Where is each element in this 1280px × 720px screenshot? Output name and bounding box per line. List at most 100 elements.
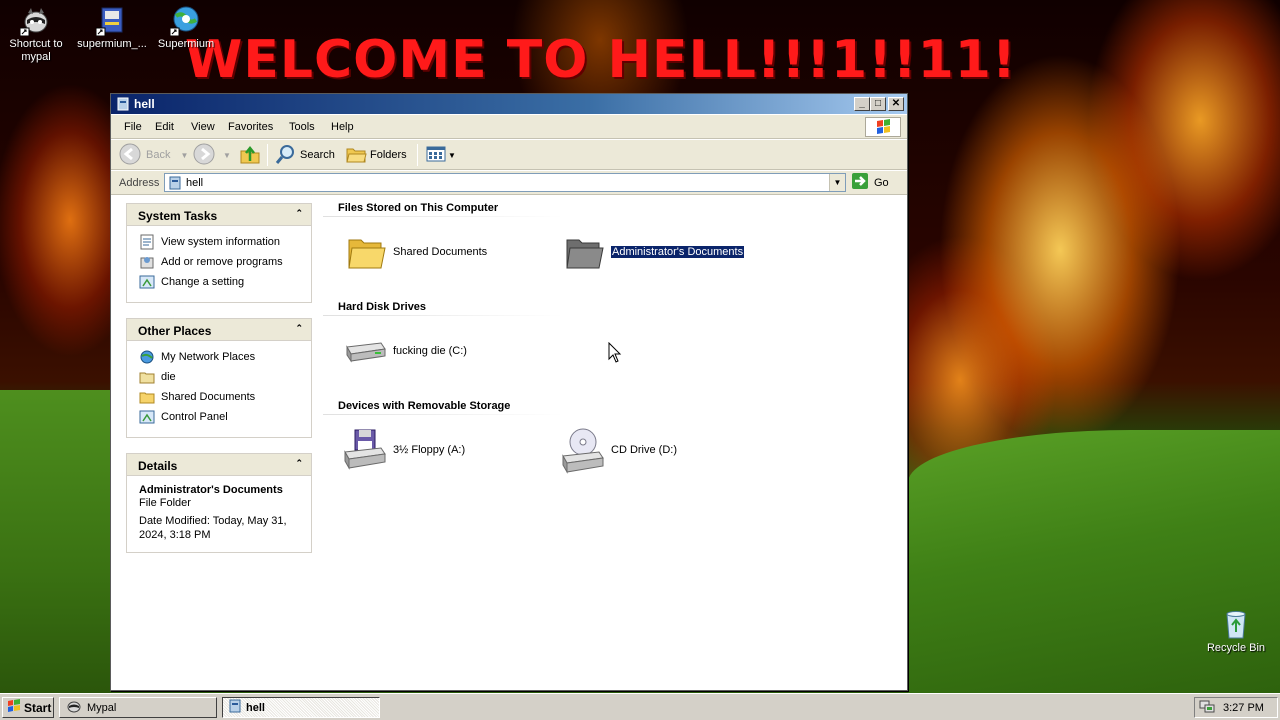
welcome-banner: WELCOME TO HELL!!!1!!11!: [185, 30, 1017, 90]
group-title-files: Files Stored on This Computer: [338, 202, 499, 214]
system-tasks-panel: System Tasks ⌃ View system information A…: [126, 203, 312, 303]
item-label: CD Drive (D:): [611, 444, 677, 456]
menu-favorites[interactable]: Favorites: [228, 121, 273, 133]
details-name: Administrator's Documents: [139, 484, 283, 496]
address-dropdown-icon[interactable]: ▼: [829, 174, 845, 191]
place-shared-documents[interactable]: Shared Documents: [139, 387, 311, 407]
collapse-chevron-icon[interactable]: ⌃: [295, 323, 303, 334]
task-add-remove-programs[interactable]: Add or remove programs: [139, 252, 311, 272]
system-tray: 3:27 PM: [1194, 697, 1278, 718]
minimize-button[interactable]: _: [854, 97, 870, 111]
back-button[interactable]: Back ▼: [119, 143, 188, 166]
item-floppy-a[interactable]: 3½ Floppy (A:): [341, 426, 465, 474]
place-label: Control Panel: [161, 411, 228, 423]
title-bar[interactable]: hell _ □ ✕: [111, 94, 907, 114]
task-pane: System Tasks ⌃ View system information A…: [111, 196, 323, 690]
desktop-icon-label: mypal: [21, 51, 51, 63]
network-tray-icon[interactable]: [1199, 698, 1215, 717]
desktop-icon-mypal-shortcut[interactable]: Shortcut to mypal: [0, 4, 72, 64]
group-divider: [323, 315, 563, 316]
taskbar-item-hell[interactable]: hell: [222, 697, 380, 718]
item-shared-documents[interactable]: Shared Documents: [341, 228, 487, 276]
details-modified-cont: 2024, 3:18 PM: [139, 529, 211, 541]
collapse-chevron-icon[interactable]: ⌃: [295, 208, 303, 219]
go-arrow-icon: [851, 172, 869, 193]
task-label: View system information: [161, 236, 281, 248]
folders-label: Folders: [370, 149, 407, 161]
clock[interactable]: 3:27 PM: [1223, 702, 1264, 714]
go-label: Go: [874, 176, 889, 189]
desktop-icon-label: supermium_...: [77, 38, 147, 50]
menu-bar: File Edit View Favorites Tools Help: [111, 115, 907, 139]
details-type: File Folder: [139, 497, 191, 509]
item-drive-c[interactable]: fucking die (C:): [341, 327, 467, 375]
go-button[interactable]: Go: [851, 173, 889, 192]
toolbar: Back ▼ ▼ Search Folders ▼: [111, 140, 907, 170]
desktop-icon-recycle-bin[interactable]: Recycle Bin: [1200, 608, 1272, 655]
menu-help[interactable]: Help: [331, 121, 354, 133]
address-input[interactable]: hell ▼: [164, 173, 846, 192]
views-icon: [425, 143, 447, 168]
address-bar: Address hell ▼ Go: [111, 171, 907, 195]
collapse-chevron-icon[interactable]: ⌃: [295, 458, 303, 469]
desktop-icon-supermium[interactable]: Supermium: [150, 4, 222, 51]
system-info-icon: [139, 234, 155, 250]
forward-button[interactable]: ▼: [193, 143, 231, 168]
task-label: Add or remove programs: [161, 256, 283, 268]
views-button[interactable]: ▼: [425, 144, 456, 166]
item-label: Shared Documents: [393, 246, 488, 258]
window-title: hell: [134, 97, 155, 111]
browser-globe-icon: [169, 4, 202, 37]
control-panel-icon: [139, 409, 155, 425]
computer-icon: [169, 176, 181, 190]
wallpaper-grass-left: [0, 390, 112, 693]
task-view-system-info[interactable]: View system information: [139, 232, 311, 252]
up-folder-button[interactable]: [239, 144, 261, 166]
up-folder-icon: [239, 143, 261, 168]
start-button[interactable]: Start: [2, 697, 54, 718]
task-label: hell: [246, 701, 265, 714]
details-header[interactable]: Details ⌃: [127, 454, 311, 476]
panel-title: System Tasks: [138, 209, 218, 223]
desktop-icon-supermium-installer[interactable]: supermium_...: [76, 4, 148, 51]
item-administrators-documents[interactable]: Administrator's Documents: [559, 228, 746, 276]
menu-tools[interactable]: Tools: [289, 121, 315, 133]
task-change-setting[interactable]: Change a setting: [139, 272, 311, 292]
back-dropdown-icon[interactable]: ▼: [180, 151, 188, 160]
search-icon: [275, 143, 297, 168]
search-button[interactable]: Search: [275, 144, 335, 166]
desktop-icon-label: Shortcut to: [9, 38, 63, 50]
add-remove-programs-icon: [139, 254, 155, 270]
network-places-icon: [139, 349, 155, 365]
views-dropdown-icon: ▼: [448, 150, 456, 160]
panel-title: Details: [138, 459, 178, 473]
toolbar-separator: [417, 144, 418, 166]
system-tasks-header[interactable]: System Tasks ⌃: [127, 204, 311, 226]
taskbar-item-mypal[interactable]: Mypal: [59, 697, 217, 718]
folder-icon: [341, 228, 389, 276]
forward-arrow-icon: [193, 143, 215, 168]
menu-view[interactable]: View: [191, 121, 215, 133]
item-label-selected: Administrator's Documents: [609, 245, 746, 259]
folders-icon: [345, 143, 367, 168]
place-die[interactable]: die: [139, 367, 311, 387]
folders-button[interactable]: Folders: [345, 144, 407, 166]
place-control-panel[interactable]: Control Panel: [139, 407, 311, 427]
maximize-button[interactable]: □: [870, 97, 886, 111]
desktop-icon-label: Recycle Bin: [1206, 642, 1266, 654]
forward-dropdown-icon[interactable]: ▼: [223, 151, 231, 160]
windows-logo-icon: [865, 117, 901, 137]
place-my-network-places[interactable]: My Network Places: [139, 347, 311, 367]
raccoon-icon: [19, 4, 52, 37]
task-label: Mypal: [87, 701, 117, 714]
other-places-panel: Other Places ⌃ My Network Places die Sha…: [126, 318, 312, 438]
other-places-header[interactable]: Other Places ⌃: [127, 319, 311, 341]
group-divider: [323, 414, 563, 415]
item-cd-drive-d[interactable]: CD Drive (D:): [559, 426, 677, 474]
menu-file[interactable]: File: [124, 121, 142, 133]
close-button[interactable]: ✕: [888, 97, 904, 111]
start-label: Start: [24, 700, 52, 715]
explorer-window: hell _ □ ✕ File Edit View Favorites Tool…: [110, 93, 908, 691]
menu-edit[interactable]: Edit: [155, 121, 174, 133]
taskbar: Start Mypal hell 3:27 PM: [0, 693, 1280, 720]
